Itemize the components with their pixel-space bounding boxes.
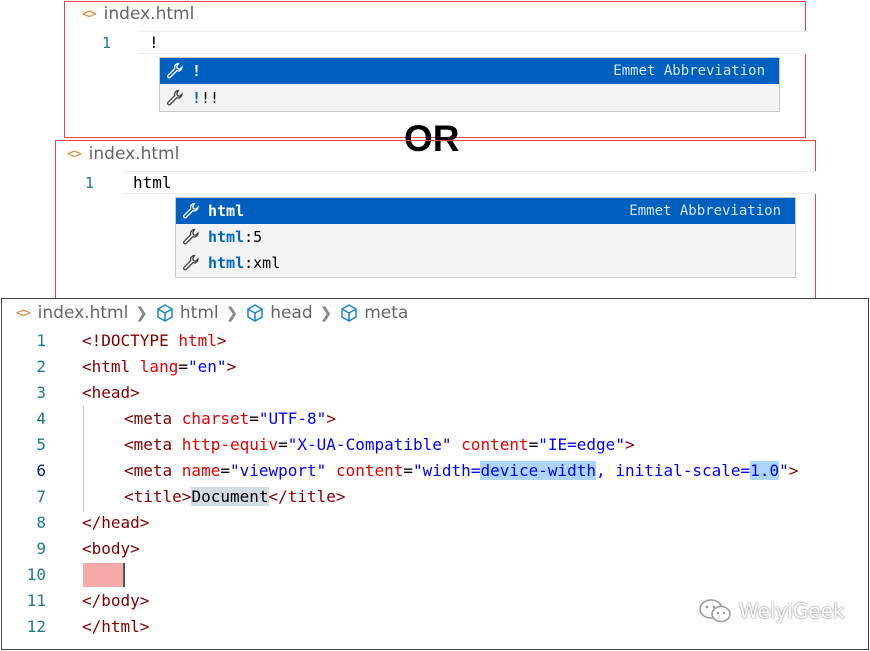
tabstop-selection: device-width [480, 461, 597, 480]
tab-label: index.html [103, 4, 195, 24]
line-number: 1 [102, 34, 112, 52]
suggestion-detail: Emmet Abbreviation [613, 63, 765, 79]
cube-icon [339, 303, 359, 323]
line-number: 9 [36, 539, 46, 558]
line-number: 11 [26, 591, 46, 610]
wrench-icon [164, 87, 186, 109]
suggestion-rest: :xml [244, 254, 281, 272]
line-number: 3 [36, 383, 46, 402]
wechat-icon [699, 599, 731, 623]
suggestion-item[interactable]: ! !! [160, 85, 779, 111]
suggestion-match: html [208, 228, 245, 246]
suggestion-item-selected[interactable]: html Emmet Abbreviation [176, 198, 795, 224]
line-number: 1 [36, 331, 46, 350]
code-line-9[interactable]: <body> [82, 538, 140, 560]
code-line-2[interactable]: <html lang="en"> [82, 356, 236, 378]
watermark: WeiyiGeek [697, 597, 845, 625]
line-number: 1 [85, 174, 95, 192]
current-line-highlight [124, 171, 816, 194]
code-line-8[interactable]: </head> [82, 512, 149, 534]
code-file-icon: <> [16, 305, 31, 321]
wrench-icon [180, 200, 202, 222]
current-line-highlight [138, 31, 806, 54]
line-number: 5 [36, 435, 46, 454]
code-line-1[interactable]: <!DOCTYPE html> [82, 330, 227, 352]
suggestion-match: ! [192, 89, 202, 107]
line-number-active: 6 [36, 461, 46, 480]
suggestion-match: ! [192, 62, 202, 80]
line-number: 4 [36, 409, 46, 428]
suggestion-item[interactable]: html :xml [176, 250, 795, 276]
indent-guide [83, 406, 84, 512]
suggestion-widget-1: ! Emmet Abbreviation ! !! [159, 57, 780, 112]
suggestion-item[interactable]: html :5 [176, 224, 795, 250]
tabstop-highlight [83, 563, 123, 587]
chevron-right-icon: ❯ [319, 304, 333, 322]
wrench-icon [180, 252, 202, 274]
breadcrumb-html[interactable]: html [180, 303, 219, 323]
line-number: 2 [36, 357, 46, 376]
tabstop-selection: 1.0 [750, 461, 780, 480]
suggestion-rest: :5 [244, 228, 263, 246]
code-line-5[interactable]: <meta http-equiv="X-UA-Compatible" conte… [124, 434, 635, 456]
line-number: 10 [26, 565, 46, 584]
text-cursor [123, 563, 125, 587]
wrench-icon [164, 60, 186, 82]
code-line-7[interactable]: <title>Document</title> [124, 486, 346, 508]
suggestion-rest: !! [201, 89, 220, 107]
code-line-4[interactable]: <meta charset="UTF-8"> [124, 408, 336, 430]
cube-icon [155, 303, 175, 323]
typed-abbreviation[interactable]: ! [149, 33, 159, 52]
code-file-icon: <> [67, 146, 82, 162]
watermark-text: WeiyiGeek [739, 599, 845, 623]
suggestion-widget-2: html Emmet Abbreviation html :5 html :xm… [175, 197, 796, 278]
tabstop-placeholder: Document [191, 487, 269, 506]
wrench-icon [180, 226, 202, 248]
breadcrumb: <> index.html ❯ html ❯ head ❯ meta [16, 303, 408, 323]
line-number: 12 [26, 617, 46, 636]
suggestion-match: html [208, 254, 245, 272]
suggestion-item-selected[interactable]: ! Emmet Abbreviation [160, 58, 779, 84]
code-line-12[interactable]: </html> [82, 616, 149, 638]
file-tab-1[interactable]: <> index.html [82, 4, 194, 24]
suggestion-match: html [208, 202, 245, 220]
chevron-right-icon: ❯ [135, 304, 148, 322]
tab-label: index.html [88, 144, 180, 164]
breadcrumb-file[interactable]: index.html [38, 303, 129, 323]
breadcrumb-meta[interactable]: meta [364, 303, 408, 323]
file-tab-2[interactable]: <> index.html [67, 144, 179, 164]
typed-abbreviation[interactable]: html [133, 173, 172, 192]
cube-icon [245, 303, 265, 323]
breadcrumb-head[interactable]: head [270, 303, 312, 323]
code-line-11[interactable]: </body> [82, 590, 149, 612]
code-line-3[interactable]: <head> [82, 382, 140, 404]
code-line-6[interactable]: <meta name="viewport" content="width=dev… [124, 460, 798, 482]
line-number: 8 [36, 513, 46, 532]
code-file-icon: <> [82, 6, 97, 22]
chevron-right-icon: ❯ [225, 304, 239, 322]
suggestion-detail: Emmet Abbreviation [629, 203, 781, 219]
line-number: 7 [36, 487, 46, 506]
